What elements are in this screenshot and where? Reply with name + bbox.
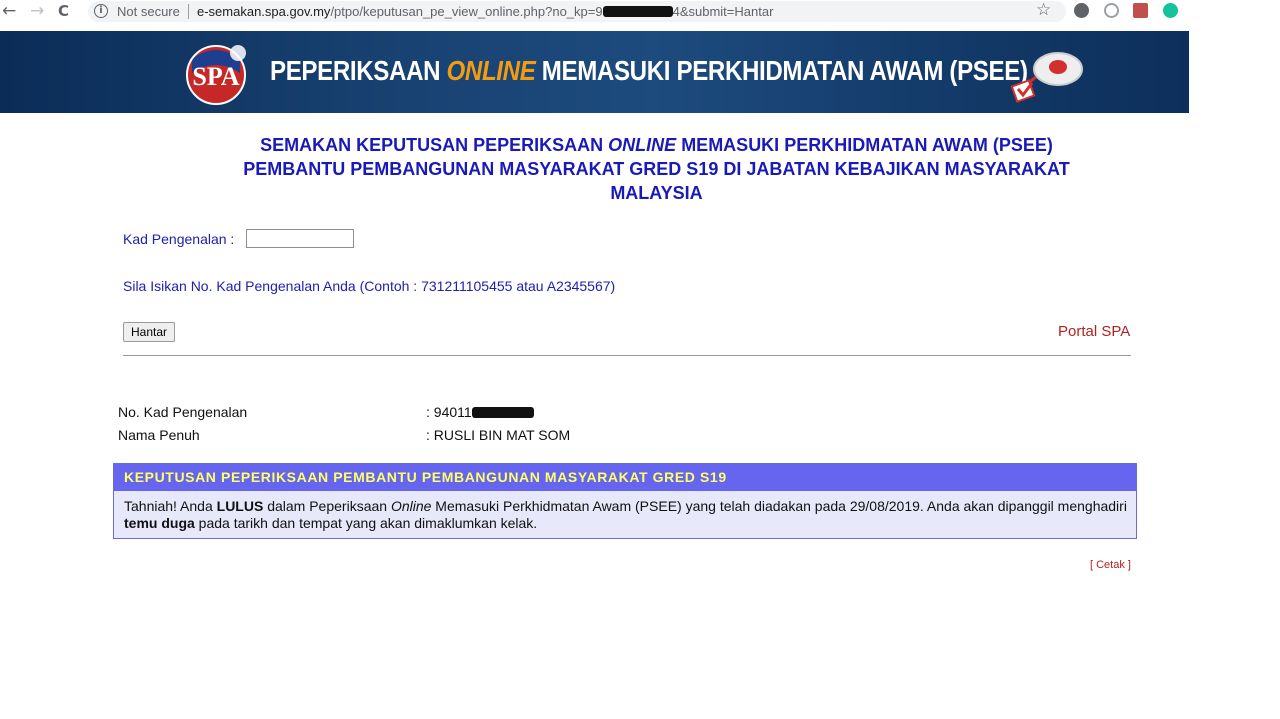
result-text-4: pada tarikh dan tempat yang akan dimaklu…: [194, 515, 538, 531]
ic-number-label: No. Kad Pengenalan: [118, 404, 248, 420]
ic-input[interactable]: [246, 229, 354, 248]
url-host: e-semakan.spa.gov.my: [197, 4, 331, 19]
result-panel: KEPUTUSAN PEPERIKSAAN PEMBANTU PEMBANGUN…: [113, 463, 1137, 539]
result-status: LULUS: [216, 498, 264, 514]
reload-button[interactable]: C: [58, 1, 69, 21]
banner-title-post: MEMASUKI PERKHIDMATAN AWAM (PSEE): [535, 55, 1028, 86]
ic-number-value: : 94011: [426, 404, 534, 420]
logo-lettering: SPA: [192, 62, 239, 91]
print-link[interactable]: [ Cetak ]: [1090, 559, 1131, 571]
banner-title-pre: PEPERIKSAAN: [270, 55, 447, 86]
heading-line-1: SEMAKAN KEPUTUSAN PEPERIKSAAN ONLINE MEM…: [130, 133, 1183, 157]
extension-m-icon[interactable]: [1074, 3, 1089, 18]
globe-icon[interactable]: [1104, 3, 1119, 18]
forward-button[interactable]: →: [30, 1, 44, 21]
result-interview: temu duga: [124, 515, 195, 531]
divider: [123, 355, 1131, 356]
result-text-3: Memasuki Perkhidmatan Awam (PSEE) yang t…: [431, 498, 1127, 514]
page-heading: SEMAKAN KEPUTUSAN PEPERIKSAAN ONLINE MEM…: [130, 133, 1183, 205]
result-text-1: Tahniah! Anda: [124, 498, 217, 514]
browser-toolbar: ← → C i Not secure e-semakan.spa.gov.my/…: [0, 0, 1280, 24]
banner-title: PEPERIKSAAN ONLINE MEMASUKI PERKHIDMATAN…: [270, 55, 1028, 87]
submit-button[interactable]: Hantar: [123, 322, 175, 342]
ic-hint: Sila Isikan No. Kad Pengenalan Anda (Con…: [123, 278, 616, 294]
grammarly-icon[interactable]: [1163, 3, 1178, 18]
result-text-2: dalam Peperiksaan: [263, 498, 391, 514]
address-bar[interactable]: i Not secure e-semakan.spa.gov.my/ptpo/k…: [88, 1, 1066, 22]
full-name-label: Nama Penuh: [118, 427, 200, 443]
heading-line-1-em: ONLINE: [608, 135, 677, 155]
heading-line-3: MALAYSIA: [610, 183, 703, 203]
heading-line-1-post: MEMASUKI PERKHIDMATAN AWAM (PSEE): [676, 135, 1053, 155]
url-text[interactable]: e-semakan.spa.gov.my/ptpo/keputusan_pe_v…: [197, 4, 773, 19]
ic-field-label: Kad Pengenalan :: [123, 231, 235, 247]
redaction-mark: [471, 407, 534, 418]
heading-line-2: PEMBANTU PEMBANGUNAN MASYARAKAT GRED S19…: [243, 159, 1070, 179]
heading-line-1-pre: SEMAKAN KEPUTUSAN PEPERIKSAAN: [260, 135, 609, 155]
full-name-value: : RUSLI BIN MAT SOM: [426, 427, 571, 443]
result-text-online: Online: [390, 498, 432, 514]
mouse-checkbox-icon: [1010, 52, 1083, 103]
site-banner: SPA PEPERIKSAAN ONLINE MEMASUKI PERKHIDM…: [0, 31, 1189, 113]
banner-title-highlight: ONLINE: [446, 55, 536, 86]
info-icon[interactable]: i: [94, 4, 108, 18]
ic-number-text: : 94011: [426, 404, 472, 420]
result-header: KEPUTUSAN PEPERIKSAAN PEMBANTU PEMBANGUN…: [114, 464, 1136, 491]
portal-spa-link[interactable]: Portal SPA: [1058, 323, 1130, 340]
url-path-end: 4&submit=Hantar: [672, 4, 774, 19]
url-path: /ptpo/keputusan_pe_view_online.php?no_kp…: [330, 4, 603, 19]
divider: [188, 4, 189, 19]
pdf-icon[interactable]: [1133, 3, 1148, 18]
spa-logo-icon: SPA: [186, 45, 246, 105]
security-status: Not secure: [117, 4, 180, 19]
bookmark-star-icon[interactable]: ☆: [1036, 0, 1051, 20]
back-button[interactable]: ←: [2, 1, 16, 21]
redaction-mark: [602, 6, 673, 17]
result-message: Tahniah! Anda LULUS dalam Peperiksaan On…: [124, 498, 1129, 532]
